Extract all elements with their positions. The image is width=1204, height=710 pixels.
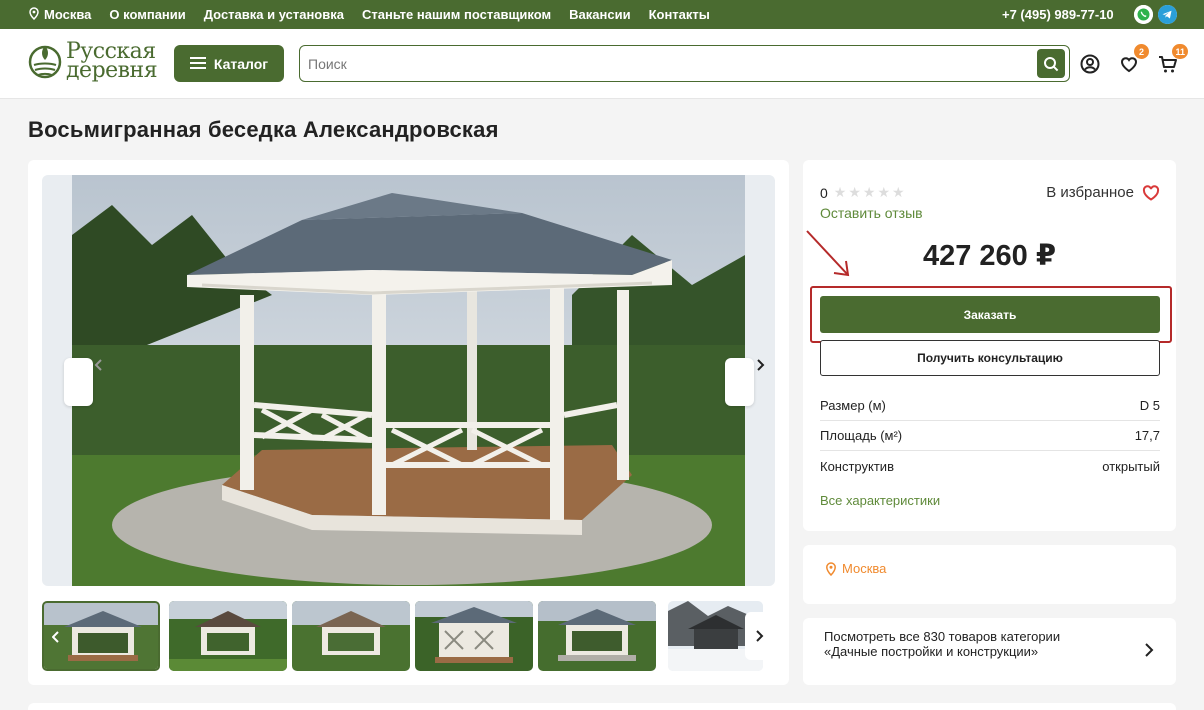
spec-row: Площадь (м²) 17,7 [820,421,1160,451]
favorites-label: В избранное [1046,184,1134,201]
logo-text: Русская деревня [66,41,158,83]
site-logo[interactable]: Русская деревня [28,41,158,83]
consultation-button[interactable]: Получить консультацию [820,340,1160,376]
thumbs-prev-button[interactable] [48,625,64,649]
gazebo-photo [72,175,745,586]
nav-link-delivery[interactable]: Доставка и установка [204,7,344,22]
rating-stars[interactable]: ★★★★★ [834,184,907,201]
chevron-right-icon [1145,643,1154,657]
nav-link-contacts[interactable]: Контакты [649,7,710,22]
user-icon [1080,54,1100,74]
top-nav: Москва О компании Доставка и установка С… [28,0,710,29]
product-gallery [28,160,789,685]
catalog-label: Каталог [213,55,269,72]
category-link-text: Посмотреть все 830 товаров категории «Да… [824,629,1061,659]
thumbnail-5[interactable] [538,601,656,671]
add-to-favorites-button[interactable]: В избранное [1046,184,1160,201]
next-section [28,703,1176,710]
chevron-right-icon [757,359,765,371]
spec-value: открытый [1102,458,1160,474]
telegram-icon[interactable] [1158,5,1177,24]
spec-row: Конструктив открытый [820,451,1160,481]
thumbs-next-button[interactable] [745,612,773,660]
search-input[interactable] [308,46,1028,81]
thumbnail-3[interactable] [292,601,410,671]
nav-link-vacancies[interactable]: Вакансии [569,7,630,22]
rating-value: 0 [820,184,828,201]
logo-mark-icon [28,45,62,79]
search-button[interactable] [1037,49,1065,78]
location-pin-icon [826,561,836,576]
search-box [299,45,1070,82]
top-bar: Москва О компании Доставка и установка С… [0,0,1204,29]
chevron-right-icon [756,630,764,642]
delivery-city[interactable]: Москва [825,561,886,576]
leave-review-link[interactable]: Оставить отзыв [820,205,923,221]
social-links [1134,5,1177,24]
hamburger-icon [189,56,206,72]
site-header: Русская деревня Каталог 2 11 [0,29,1204,99]
chevron-left-icon [52,631,59,643]
delivery-city-card: Москва [803,545,1176,604]
location-pin-icon [28,6,40,23]
delivery-city-label: Москва [842,561,887,576]
chevron-left-icon [94,359,102,371]
thumbnail-1[interactable] [42,601,160,671]
city-label: Москва [44,7,92,22]
logo-line-2: деревня [66,58,158,83]
spec-name: Площадь (м²) [820,428,903,443]
phone-number[interactable]: +7 (495) 989-77-10 [1002,0,1114,29]
thumbnail-2[interactable] [169,601,287,671]
nav-link-suppliers[interactable]: Станьте нашим поставщиком [362,7,551,22]
annotation-arrow-icon [806,230,850,277]
cart-button[interactable]: 11 [1157,44,1188,75]
category-link-card[interactable]: Посмотреть все 830 товаров категории «Да… [803,618,1176,685]
product-price: 427 260 ₽ [922,240,1057,272]
spec-value: D 5 [1139,398,1160,413]
purchase-panel: 0 ★★★★★ Оставить отзыв В избранное 427 2… [803,160,1176,531]
thumbnail-strip [42,601,775,671]
city-selector[interactable]: Москва [28,6,92,23]
favorites-button[interactable]: 2 [1118,44,1149,75]
catalog-button[interactable]: Каталог [174,45,284,82]
photo-prev-button[interactable] [64,358,102,406]
spec-name: Размер (м) [820,398,886,413]
search-icon [1044,56,1059,71]
photo-next-button[interactable] [725,358,765,406]
whatsapp-icon[interactable] [1134,5,1153,24]
spec-name: Конструктив [820,458,894,474]
nav-link-about[interactable]: О компании [109,7,185,22]
order-button[interactable]: Заказать [820,296,1160,333]
spec-list: Размер (м) D 5 Площадь (м²) 17,7 Констру… [820,391,1160,481]
spec-row: Размер (м) D 5 [820,391,1160,421]
rating: 0 ★★★★★ [820,184,907,201]
heart-icon [1142,184,1160,201]
all-specs-link[interactable]: Все характеристики [820,493,940,508]
page-title: Восьмигранная беседка Александровская [28,117,499,142]
thumbnail-4[interactable] [415,601,533,671]
main-product-image[interactable] [42,175,775,586]
cart-badge: 11 [1172,44,1188,59]
spec-value: 17,7 [1134,428,1160,443]
favorites-badge: 2 [1134,44,1149,59]
account-button[interactable] [1079,53,1101,75]
